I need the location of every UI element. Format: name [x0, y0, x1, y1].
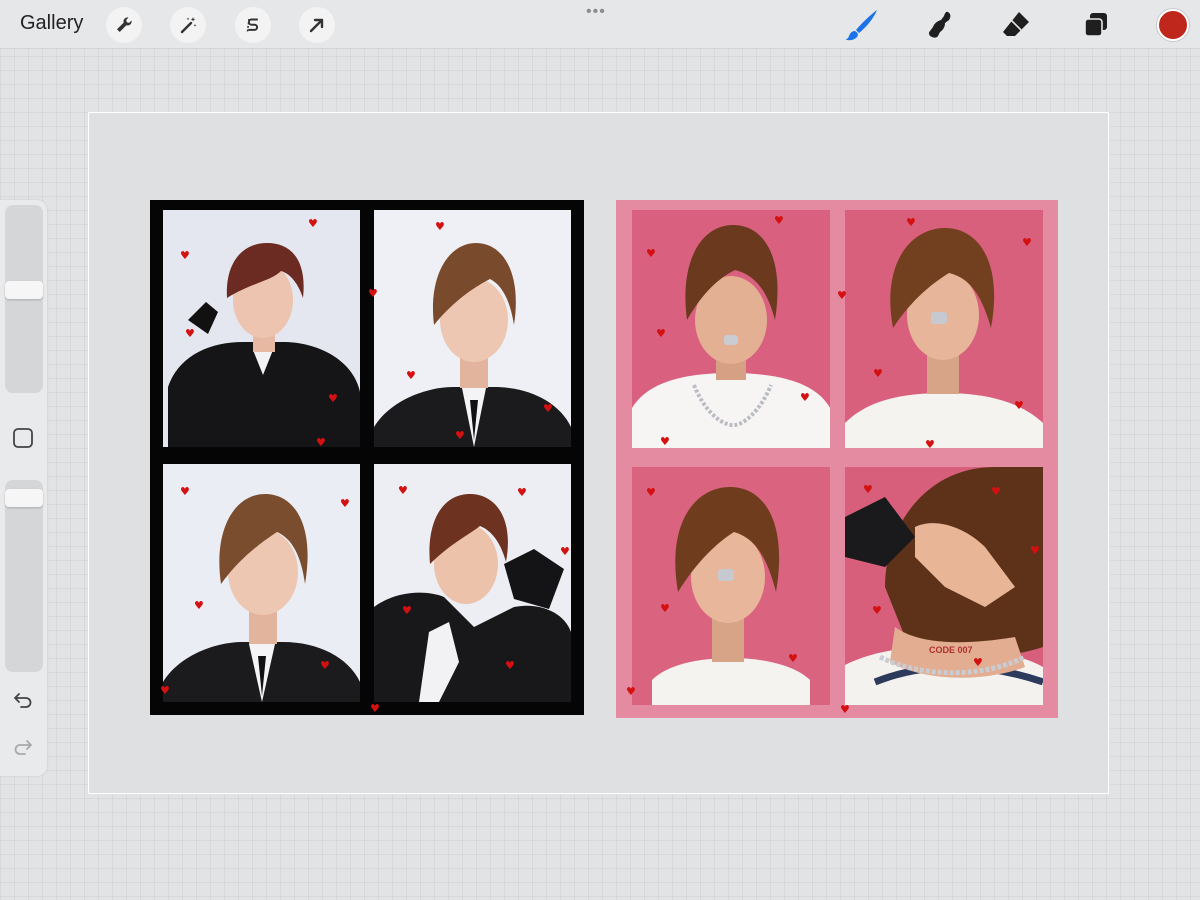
undo-icon [14, 693, 32, 708]
adjustments-button[interactable] [170, 7, 206, 43]
photo-6[interactable] [845, 210, 1043, 448]
brush-size-slider[interactable] [5, 205, 43, 393]
layers-icon [1084, 13, 1107, 37]
smudge-icon [928, 11, 951, 38]
photo-7[interactable] [632, 467, 830, 705]
magic-wand-icon [180, 17, 197, 34]
portrait-image [845, 210, 1043, 448]
eraser-button[interactable] [997, 6, 1035, 44]
photo-3[interactable] [163, 464, 360, 702]
photo-4[interactable] [374, 464, 571, 702]
smudge-button[interactable] [920, 6, 958, 44]
photo-1[interactable] [163, 210, 360, 447]
gallery-button[interactable]: Gallery [20, 12, 83, 35]
layers-button[interactable] [1077, 6, 1115, 44]
photo-5[interactable] [632, 210, 830, 448]
selection-s-icon [246, 18, 259, 32]
square-icon [13, 428, 33, 448]
portrait-image [163, 464, 360, 702]
top-toolbar: Gallery ••• [0, 0, 1200, 49]
opacity-slider[interactable] [5, 480, 43, 672]
eraser-icon [1003, 12, 1029, 36]
heart-sticker: ♥ [370, 702, 380, 715]
portrait-image: CODE 007 [845, 467, 1043, 705]
color-picker-button[interactable] [1157, 9, 1189, 41]
opacity-thumb[interactable] [5, 489, 43, 507]
portrait-image [632, 467, 830, 705]
brush-size-thumb[interactable] [5, 281, 43, 299]
window-grip[interactable]: ••• [586, 3, 606, 21]
collage-black-frame[interactable]: ♥ ♥ ♥ ♥ ♥ ♥ ♥ ♥ ♥ ♥ ♥ ♥ ♥ ♥ ♥ ♥ ♥ ♥ ♥ ♥ ♥ [150, 200, 584, 715]
modify-button[interactable] [11, 426, 35, 450]
arrow-icon [309, 18, 324, 33]
heart-sticker: ♥ [840, 703, 850, 716]
photo-text: CODE 007 [929, 645, 973, 655]
transform-button[interactable] [299, 7, 335, 43]
collage-pink-frame[interactable]: CODE 007 ♥ ♥ ♥ ♥ ♥ ♥ ♥ ♥ ♥ ♥ ♥ ♥ ♥ ♥ ♥ ♥ ♥ ♥ ♥ ♥ ♥ [616, 200, 1058, 718]
photo-8[interactable]: CODE 007 [845, 467, 1043, 705]
portrait-image [374, 210, 571, 447]
selection-button[interactable] [235, 7, 271, 43]
portrait-image [632, 210, 830, 448]
wrench-icon [117, 17, 132, 32]
portrait-image [374, 464, 571, 702]
photo-2[interactable] [374, 210, 571, 447]
redo-icon [14, 740, 32, 755]
actions-button[interactable] [106, 7, 142, 43]
brush-button[interactable] [843, 6, 881, 44]
redo-button[interactable] [11, 735, 35, 759]
sidebar [0, 200, 47, 776]
portrait-image [163, 210, 360, 447]
undo-button[interactable] [11, 688, 35, 712]
brush-icon [845, 10, 877, 41]
